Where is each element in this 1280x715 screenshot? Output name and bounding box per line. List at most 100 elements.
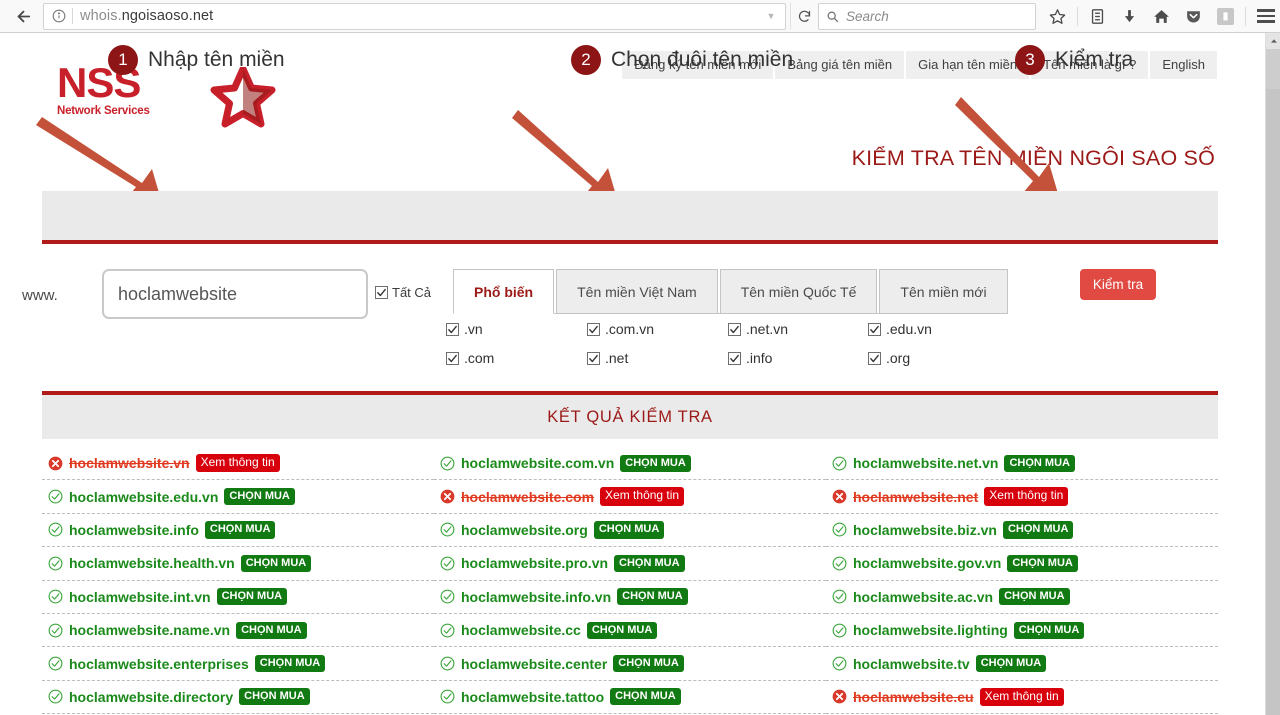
- info-circle-icon[interactable]: [48, 5, 70, 27]
- tld-option-net[interactable]: .net: [587, 350, 728, 366]
- scrollbar-track[interactable]: [1266, 89, 1280, 715]
- tld-option-org[interactable]: .org: [868, 350, 1008, 366]
- buy-button[interactable]: CHỌN MUA: [1014, 622, 1085, 639]
- domain-name[interactable]: hoclamwebsite.enterprises: [69, 656, 249, 672]
- library-icon[interactable]: [1083, 2, 1112, 30]
- hamburger-menu-icon[interactable]: [1251, 2, 1280, 30]
- buy-button[interactable]: CHỌN MUA: [587, 622, 658, 639]
- results-column-3: hoclamwebsite.net.vnCHỌN MUAhoclamwebsit…: [826, 447, 1218, 715]
- tab-new[interactable]: Tên miền mới: [879, 269, 1007, 314]
- domain-name[interactable]: hoclamwebsite.net.vn: [853, 455, 998, 471]
- domain-name[interactable]: hoclamwebsite.health.vn: [69, 555, 235, 571]
- domain-name[interactable]: hoclamwebsite.ac.vn: [853, 589, 993, 605]
- buy-button[interactable]: CHỌN MUA: [255, 655, 326, 672]
- result-row: hoclamwebsite.cc CHỌN MUA: [434, 614, 826, 647]
- nav-item-renew[interactable]: Gia hạn tên miền: [906, 51, 1029, 79]
- tld-option-net-vn[interactable]: .net.vn: [728, 321, 868, 337]
- buy-button[interactable]: CHỌN MUA: [617, 588, 688, 605]
- view-info-button[interactable]: Xem thông tin: [600, 487, 684, 505]
- view-info-button[interactable]: Xem thông tin: [196, 454, 280, 472]
- tab-popular[interactable]: Phổ biến: [453, 269, 554, 314]
- domain-name[interactable]: hoclamwebsite.edu.vn: [69, 489, 218, 505]
- tld-option-vn[interactable]: .vn: [446, 321, 587, 337]
- domain-name[interactable]: hoclamwebsite.tattoo: [461, 689, 604, 705]
- checkbox-check-icon: [868, 352, 881, 365]
- domain-name[interactable]: hoclamwebsite.name.vn: [69, 622, 230, 638]
- domain-name[interactable]: hoclamwebsite.gov.vn: [853, 555, 1001, 571]
- buy-button[interactable]: CHỌN MUA: [620, 455, 691, 472]
- page-scrollbar[interactable]: [1265, 33, 1280, 715]
- result-row: hoclamwebsite.int.vn CHỌN MUA: [42, 581, 434, 614]
- scroll-up-arrow-icon[interactable]: [1266, 33, 1280, 49]
- tab-international[interactable]: Tên miền Quốc Tế: [720, 269, 878, 314]
- address-bar[interactable]: whois.ngoisaoso.net ▼: [43, 3, 786, 30]
- select-all-label: Tất Cả: [392, 285, 431, 300]
- domain-search-input[interactable]: [102, 269, 368, 319]
- buy-button[interactable]: CHỌN MUA: [205, 521, 276, 538]
- domain-name[interactable]: hoclamwebsite.info.vn: [461, 589, 611, 605]
- tld-option-com-vn[interactable]: .com.vn: [587, 321, 728, 337]
- domain-name[interactable]: hoclamwebsite.eu: [853, 689, 974, 705]
- buy-button[interactable]: CHỌN MUA: [224, 488, 295, 505]
- buy-button[interactable]: CHỌN MUA: [614, 555, 685, 572]
- buy-button[interactable]: CHỌN MUA: [236, 622, 307, 639]
- buy-button[interactable]: CHỌN MUA: [217, 588, 288, 605]
- buy-button[interactable]: CHỌN MUA: [1003, 521, 1074, 538]
- buy-button[interactable]: CHỌN MUA: [976, 655, 1047, 672]
- buy-button[interactable]: CHỌN MUA: [610, 688, 681, 705]
- home-icon[interactable]: [1147, 2, 1176, 30]
- nav-item-pricing[interactable]: Bảng giá tên miền: [775, 51, 904, 79]
- tab-vietnam[interactable]: Tên miền Việt Nam: [556, 269, 718, 314]
- domain-name[interactable]: hoclamwebsite.info: [69, 522, 199, 538]
- reload-button[interactable]: [790, 3, 818, 30]
- domain-name[interactable]: hoclamwebsite.biz.vn: [853, 522, 997, 538]
- domain-name[interactable]: hoclamwebsite.vn: [69, 455, 190, 471]
- buy-button[interactable]: CHỌN MUA: [241, 555, 312, 572]
- download-arrow-icon[interactable]: [1115, 2, 1144, 30]
- domain-name[interactable]: hoclamwebsite.net: [853, 489, 978, 505]
- browser-search-box[interactable]: Search: [818, 3, 1036, 30]
- view-info-button[interactable]: Xem thông tin: [984, 487, 1068, 505]
- result-row: hoclamwebsite.lighting CHỌN MUA: [826, 614, 1218, 647]
- buy-button[interactable]: CHỌN MUA: [594, 521, 665, 538]
- domain-name[interactable]: hoclamwebsite.center: [461, 656, 607, 672]
- domain-name[interactable]: hoclamwebsite.directory: [69, 689, 233, 705]
- domain-name[interactable]: hoclamwebsite.cc: [461, 622, 581, 638]
- pocket-icon[interactable]: [1179, 2, 1208, 30]
- star-icon[interactable]: [1043, 2, 1072, 30]
- nav-item-english[interactable]: English: [1150, 51, 1217, 79]
- buy-button[interactable]: CHỌN MUA: [1007, 555, 1078, 572]
- available-check-icon: [440, 623, 455, 638]
- domain-name[interactable]: hoclamwebsite.pro.vn: [461, 555, 608, 571]
- back-button[interactable]: [6, 2, 40, 30]
- buy-button[interactable]: CHỌN MUA: [239, 688, 310, 705]
- buy-button[interactable]: CHỌN MUA: [1004, 455, 1075, 472]
- tld-label: .edu.vn: [886, 321, 932, 337]
- tld-option-com[interactable]: .com: [446, 350, 587, 366]
- domain-name[interactable]: hoclamwebsite.tv: [853, 656, 970, 672]
- tld-option-edu-vn[interactable]: .edu.vn: [868, 321, 1008, 337]
- scrollbar-thumb[interactable]: [1266, 49, 1280, 89]
- taken-x-icon: [48, 456, 63, 471]
- extension-badge-icon[interactable]: ▮: [1211, 2, 1240, 30]
- taken-x-icon: [832, 689, 847, 704]
- buy-button[interactable]: CHỌN MUA: [999, 588, 1070, 605]
- domain-name[interactable]: hoclamwebsite.com.vn: [461, 455, 614, 471]
- chevron-down-icon[interactable]: ▼: [761, 11, 781, 21]
- domain-name[interactable]: hoclamwebsite.lighting: [853, 622, 1008, 638]
- results-header-label: KẾT QUẢ KIỂM TRA: [547, 408, 713, 427]
- results-column-2: hoclamwebsite.com.vnCHỌN MUAhoclamwebsit…: [434, 447, 826, 715]
- domain-name[interactable]: hoclamwebsite.int.vn: [69, 589, 211, 605]
- available-check-icon: [48, 556, 63, 571]
- view-info-button[interactable]: Xem thông tin: [980, 688, 1064, 706]
- search-placeholder: Search: [846, 9, 889, 24]
- domain-name[interactable]: hoclamwebsite.com: [461, 489, 594, 505]
- domain-name[interactable]: hoclamwebsite.org: [461, 522, 588, 538]
- check-domain-button[interactable]: Kiểm tra: [1080, 269, 1156, 300]
- tld-option-info[interactable]: .info: [728, 350, 868, 366]
- buy-button[interactable]: CHỌN MUA: [613, 655, 684, 672]
- available-check-icon: [832, 456, 847, 471]
- page-viewport: NSS Network Services Đăng ký tên miền mớ…: [0, 33, 1265, 715]
- select-all-checkbox[interactable]: Tất Cả: [375, 285, 431, 300]
- tld-label: .info: [746, 350, 772, 366]
